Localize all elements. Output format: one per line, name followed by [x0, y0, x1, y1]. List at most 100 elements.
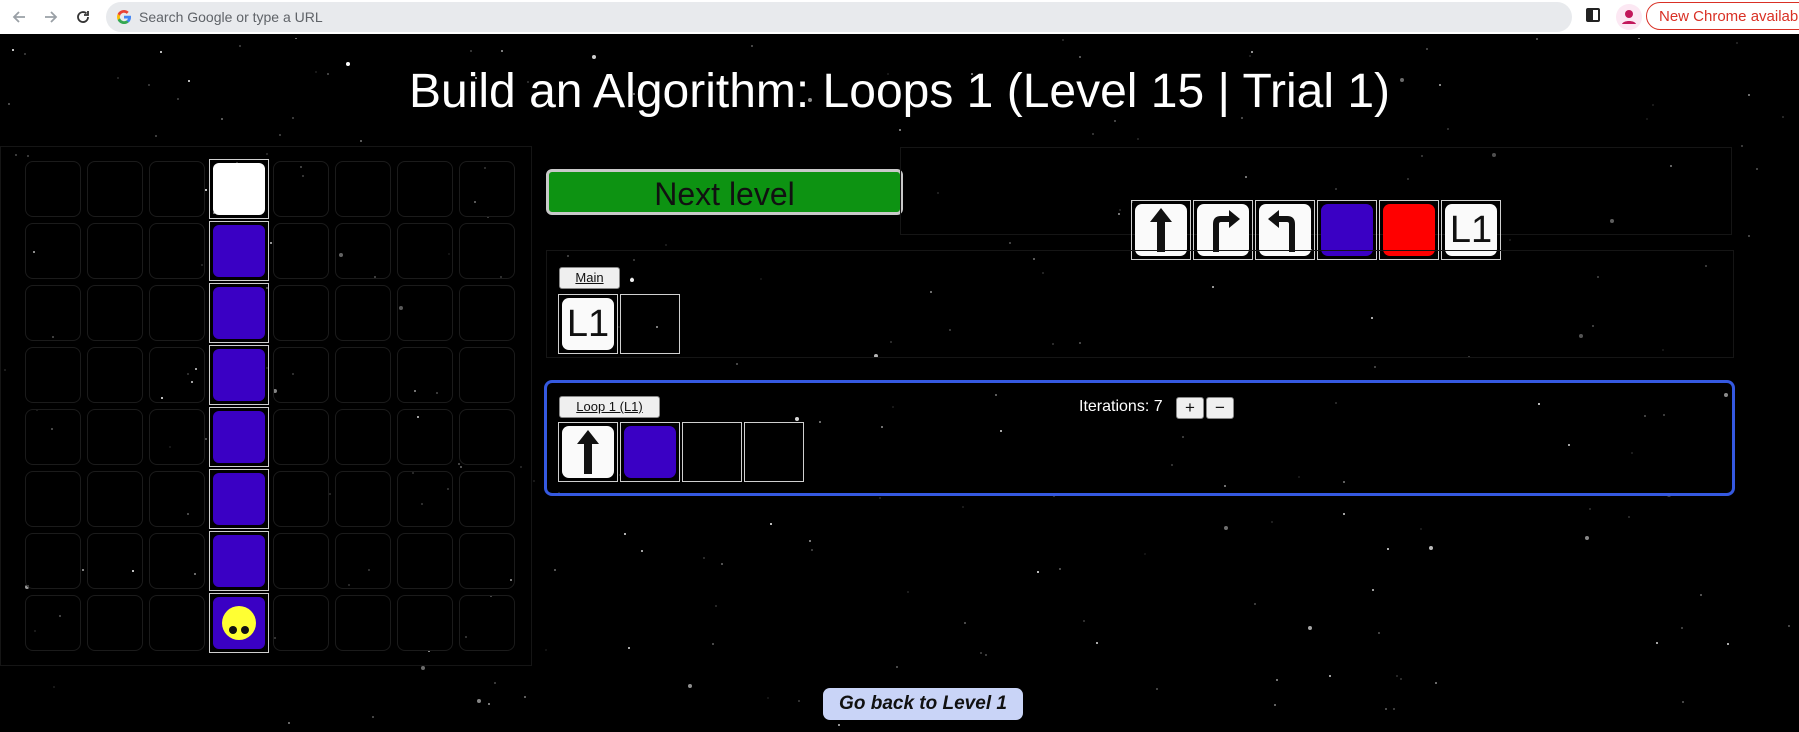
grid-cell: [87, 161, 143, 217]
robot-icon: [222, 606, 256, 640]
star: [721, 563, 723, 565]
grid-cell: [335, 161, 391, 217]
grid-cell: [397, 471, 453, 527]
tile-face: [1259, 204, 1311, 256]
reload-button[interactable]: [70, 4, 96, 30]
star: [1400, 678, 1402, 680]
star: [899, 129, 901, 131]
star: [1736, 42, 1738, 44]
grid-cell: [149, 471, 205, 527]
star: [1308, 626, 1312, 630]
iterations-plus-button[interactable]: +: [1176, 397, 1204, 419]
star: [1249, 55, 1251, 57]
grid-cell: [397, 285, 453, 341]
star: [767, 697, 769, 699]
tile-label: L1: [566, 302, 610, 345]
chrome-update-button[interactable]: New Chrome available: [1646, 2, 1799, 30]
grid-cell: [25, 223, 81, 279]
turn-left-icon: [1265, 206, 1305, 254]
star: [985, 654, 987, 656]
star: [1741, 145, 1743, 147]
star: [1700, 594, 1702, 596]
star: [1447, 128, 1449, 130]
painted-cell: [209, 221, 269, 281]
google-icon: [117, 10, 131, 24]
tile-face: [562, 426, 614, 478]
empty-slot[interactable]: [620, 294, 680, 354]
star: [295, 38, 297, 39]
iterations-label: Iterations: 7: [1079, 398, 1163, 415]
star: [1114, 120, 1116, 122]
go-back-button[interactable]: Go back to Level 1: [823, 688, 1023, 720]
main-tab-button[interactable]: Main: [559, 267, 620, 289]
side-panel-icon[interactable]: [1586, 8, 1600, 22]
cell-fill: [213, 597, 265, 649]
grid-cell: [273, 533, 329, 589]
star: [1788, 625, 1790, 627]
command-palette-panel: [900, 147, 1732, 235]
empty-slot[interactable]: [744, 422, 804, 482]
star: [24, 53, 26, 55]
cell-fill: [213, 349, 265, 401]
loop-tab-button[interactable]: Loop 1 (L1): [559, 396, 660, 418]
grid-cell: [335, 409, 391, 465]
loop-slot-color[interactable]: [620, 422, 680, 482]
arrow-right-icon: [45, 11, 58, 23]
loop-slot-arrow-up-icon[interactable]: [558, 422, 618, 482]
main-program-panel: [546, 250, 1734, 358]
star: [1628, 516, 1630, 518]
iterations-minus-button[interactable]: −: [1206, 397, 1234, 419]
star: [12, 49, 14, 51]
grid-cell: [87, 223, 143, 279]
star: [1059, 568, 1061, 570]
star: [1062, 39, 1064, 41]
star: [421, 666, 425, 670]
star: [239, 45, 241, 47]
grid-cell: [335, 595, 391, 651]
grid-cell: [397, 595, 453, 651]
grid-cell: [335, 285, 391, 341]
star: [1079, 56, 1081, 58]
star: [160, 51, 162, 53]
star: [628, 647, 630, 649]
star: [524, 696, 526, 698]
tile-face: [1197, 204, 1249, 256]
grid-cell: [149, 409, 205, 465]
grid-cell: [335, 471, 391, 527]
profile-icon: [1622, 10, 1636, 24]
star: [1682, 701, 1684, 703]
star: [592, 55, 596, 59]
cell-fill: [213, 473, 265, 525]
painted-cell: [209, 345, 269, 405]
star: [501, 50, 503, 52]
star: [1396, 675, 1398, 677]
reload-icon: [77, 11, 89, 23]
star: [288, 722, 290, 724]
star: [279, 134, 281, 136]
main-slot-L1[interactable]: L1: [558, 294, 618, 354]
tile-face: L1: [562, 298, 614, 350]
star: [1276, 679, 1278, 681]
star: [809, 540, 811, 542]
star: [1372, 589, 1374, 591]
star: [494, 682, 496, 684]
address-bar[interactable]: Search Google or type a URL: [106, 2, 1572, 32]
star: [1509, 239, 1511, 241]
star: [770, 523, 772, 525]
next-level-button[interactable]: Next level: [546, 169, 903, 215]
star: [1343, 513, 1345, 515]
back-button[interactable]: [6, 4, 32, 30]
grid-cell: [149, 595, 205, 651]
grid-cell: [459, 223, 515, 279]
grid-cell: [149, 533, 205, 589]
forward-button[interactable]: [38, 4, 64, 30]
tile-face: [624, 426, 676, 478]
cell-fill: [213, 225, 265, 277]
star: [53, 686, 55, 688]
grid-cell: [87, 595, 143, 651]
empty-slot[interactable]: [682, 422, 742, 482]
star: [533, 480, 535, 482]
profile-button[interactable]: [1616, 4, 1642, 30]
star: [1429, 546, 1433, 550]
star: [1254, 603, 1256, 605]
